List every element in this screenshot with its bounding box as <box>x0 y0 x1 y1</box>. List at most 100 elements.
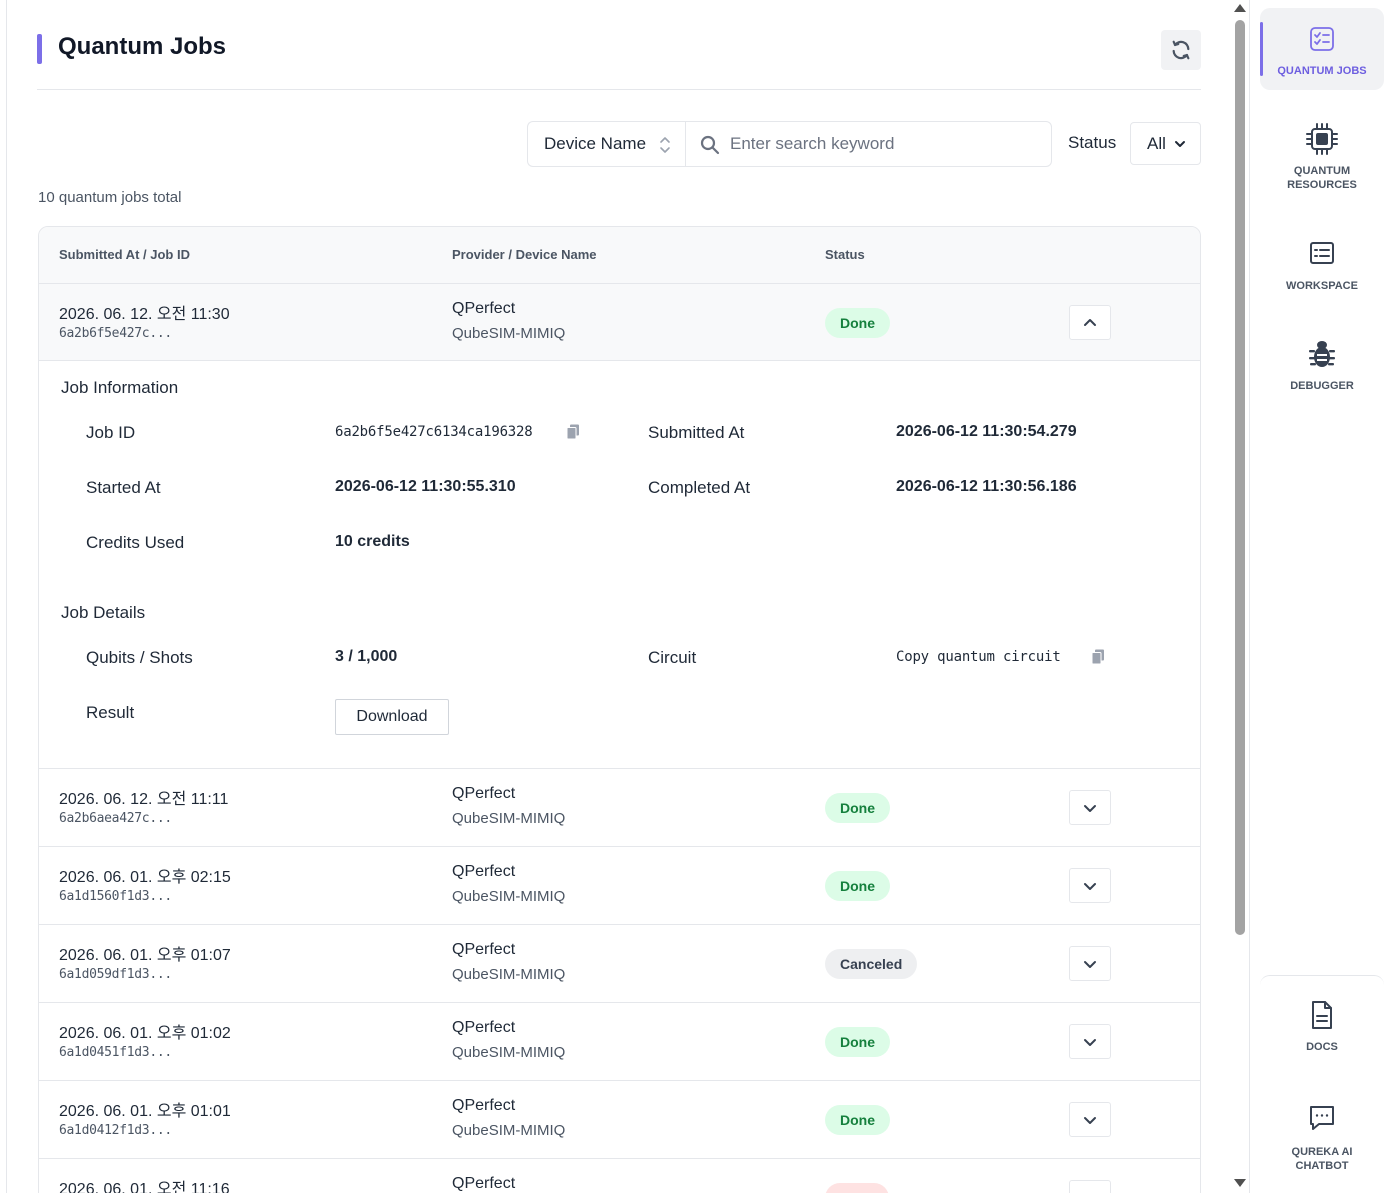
job-provider: QPerfect <box>452 941 516 958</box>
sidebar-item-workspace[interactable]: WORKSPACE <box>1260 225 1384 307</box>
jobs-total-count: 10 quantum jobs total <box>38 189 182 206</box>
table-row[interactable]: 2026. 06. 01. 오후 02:15 6a1d1560f1d3... Q… <box>39 847 1200 925</box>
job-id-short: 6a2b6aea427c... <box>59 811 172 826</box>
copy-circuit-link[interactable]: Copy quantum circuit <box>896 649 1061 665</box>
sidebar-item-debugger[interactable]: DEBUGGER <box>1260 325 1384 407</box>
status-badge: Done <box>825 793 890 823</box>
scrollbar-thumb[interactable] <box>1235 20 1245 935</box>
table-row[interactable]: 2026. 06. 01. 오전 11:16 QPerfect <box>39 1159 1200 1193</box>
job-submitted-at: 2026. 06. 12. 오전 11:30 <box>59 306 230 323</box>
started-at-label: Started At <box>86 478 161 497</box>
expand-row-button[interactable] <box>1069 868 1111 903</box>
completed-at-value: 2026-06-12 11:30:56.186 <box>896 478 1077 495</box>
page-header: Quantum Jobs <box>37 30 1201 90</box>
started-at-value: 2026-06-12 11:30:55.310 <box>335 478 516 495</box>
sidebar-item-quantum-resources[interactable]: QUANTUM RESOURCES <box>1260 108 1384 191</box>
collapse-row-button[interactable] <box>1069 305 1111 340</box>
scroll-down-arrow-icon[interactable] <box>1234 1179 1246 1187</box>
column-header-status: Status <box>825 247 865 262</box>
checklist-icon <box>1310 27 1334 51</box>
status-badge: Done <box>825 1105 890 1135</box>
search-input[interactable] <box>730 130 1040 158</box>
search-field-select[interactable]: Device Name <box>527 121 685 167</box>
status-badge: Done <box>825 308 890 338</box>
right-sidebar: QUANTUM JOBS QUANTUM RESOURCES WORKSPACE… <box>1249 0 1391 1193</box>
refresh-button[interactable] <box>1161 30 1201 70</box>
job-id-label: Job ID <box>86 423 136 442</box>
column-header-submitted: Submitted At / Job ID <box>59 247 190 262</box>
page-title: Quantum Jobs <box>58 33 227 60</box>
job-id-value: 6a2b6f5e427c6134ca196328 <box>335 424 533 440</box>
job-submitted-at: 2026. 06. 01. 오전 11:16 <box>59 1181 230 1193</box>
status-filter-select[interactable]: All <box>1130 122 1201 165</box>
sidebar-item-chatbot[interactable]: QUREKA AI CHATBOT <box>1260 1090 1384 1172</box>
chip-icon <box>1306 123 1338 155</box>
job-provider: QPerfect <box>452 1175 516 1192</box>
workspace-icon <box>1310 242 1334 264</box>
title-accent-bar <box>37 34 42 64</box>
sidebar-item-label: RESOURCES <box>1287 179 1357 191</box>
expand-row-button[interactable] <box>1069 790 1111 825</box>
status-filter-value: All <box>1147 133 1166 153</box>
submitted-at-label: Submitted At <box>648 423 745 442</box>
main-content: Quantum Jobs Device Name Status All 1 <box>6 0 1230 1193</box>
sidebar-item-quantum-jobs[interactable]: QUANTUM JOBS <box>1260 8 1384 90</box>
expand-row-button[interactable] <box>1069 1180 1111 1193</box>
copy-circuit-icon[interactable] <box>1091 649 1105 665</box>
sidebar-item-docs[interactable]: DOCS <box>1260 985 1384 1067</box>
job-device: QubeSIM-MIMIQ <box>452 1122 566 1139</box>
column-header-provider: Provider / Device Name <box>452 247 597 262</box>
job-id-short: 6a2b6f5e427c... <box>59 326 172 341</box>
expand-row-button[interactable] <box>1069 1102 1111 1137</box>
sort-arrows-icon <box>660 137 670 153</box>
result-label: Result <box>86 703 135 722</box>
download-result-button[interactable]: Download <box>335 699 449 735</box>
expand-row-button[interactable] <box>1069 946 1111 981</box>
status-badge: Done <box>825 1027 890 1057</box>
job-id-short: 6a1d059df1d3... <box>59 967 172 982</box>
job-id-short: 6a1d0451f1d3... <box>59 1045 172 1060</box>
job-information-title: Job Information <box>61 378 179 397</box>
job-submitted-at: 2026. 06. 12. 오전 11:11 <box>59 791 229 808</box>
status-badge: Done <box>825 871 890 901</box>
table-row[interactable]: 2026. 06. 12. 오전 11:11 6a2b6aea427c... Q… <box>39 769 1200 847</box>
chevron-down-icon <box>1084 1116 1096 1124</box>
job-device: QubeSIM-MIMIQ <box>452 966 566 983</box>
chevron-down-icon <box>1084 882 1096 890</box>
credits-used-value: 10 credits <box>335 533 410 550</box>
status-badge: Canceled <box>825 949 918 979</box>
job-provider: QPerfect <box>452 1019 516 1036</box>
job-details-title: Job Details <box>61 603 146 622</box>
document-icon <box>1312 1001 1332 1029</box>
refresh-icon <box>1172 40 1190 60</box>
job-provider: QPerfect <box>452 300 516 317</box>
job-provider: QPerfect <box>452 1097 516 1114</box>
submitted-at-value: 2026-06-12 11:30:54.279 <box>896 423 1077 440</box>
table-row[interactable]: 2026. 06. 01. 오후 01:07 6a1d059df1d3... Q… <box>39 925 1200 1003</box>
job-device: QubeSIM-MIMIQ <box>452 888 566 905</box>
qubits-shots-label: Qubits / Shots <box>86 648 193 667</box>
sidebar-item-label: CHATBOT <box>1295 1160 1349 1172</box>
table-header: Submitted At / Job ID Provider / Device … <box>39 227 1200 284</box>
chat-icon <box>1310 1106 1334 1130</box>
job-provider: QPerfect <box>452 785 516 802</box>
copy-job-id-icon[interactable] <box>566 424 580 440</box>
credits-used-label: Credits Used <box>86 533 185 552</box>
table-row[interactable]: 2026. 06. 12. 오전 11:30 6a2b6f5e427c... Q… <box>39 284 1200 361</box>
chevron-down-icon <box>1084 960 1096 968</box>
job-submitted-at: 2026. 06. 01. 오후 01:01 <box>59 1103 231 1120</box>
job-provider: QPerfect <box>452 863 516 880</box>
sidebar-item-label: QUANTUM JOBS <box>1277 65 1367 77</box>
table-row[interactable]: 2026. 06. 01. 오후 01:01 6a1d0412f1d3... Q… <box>39 1081 1200 1159</box>
sidebar-item-label: QUANTUM <box>1293 165 1351 177</box>
table-row[interactable]: 2026. 06. 01. 오후 01:02 6a1d0451f1d3... Q… <box>39 1003 1200 1081</box>
job-submitted-at: 2026. 06. 01. 오후 01:02 <box>59 1025 231 1042</box>
sidebar-item-label: DEBUGGER <box>1290 380 1354 392</box>
scroll-up-arrow-icon[interactable] <box>1234 4 1246 12</box>
job-device: QubeSIM-MIMIQ <box>452 325 566 342</box>
expand-row-button[interactable] <box>1069 1024 1111 1059</box>
chevron-up-icon <box>1084 318 1096 326</box>
jobs-table: Submitted At / Job ID Provider / Device … <box>38 226 1201 1193</box>
page-scrollbar[interactable] <box>1230 0 1249 1193</box>
search-field-select-value: Device Name <box>544 134 647 153</box>
